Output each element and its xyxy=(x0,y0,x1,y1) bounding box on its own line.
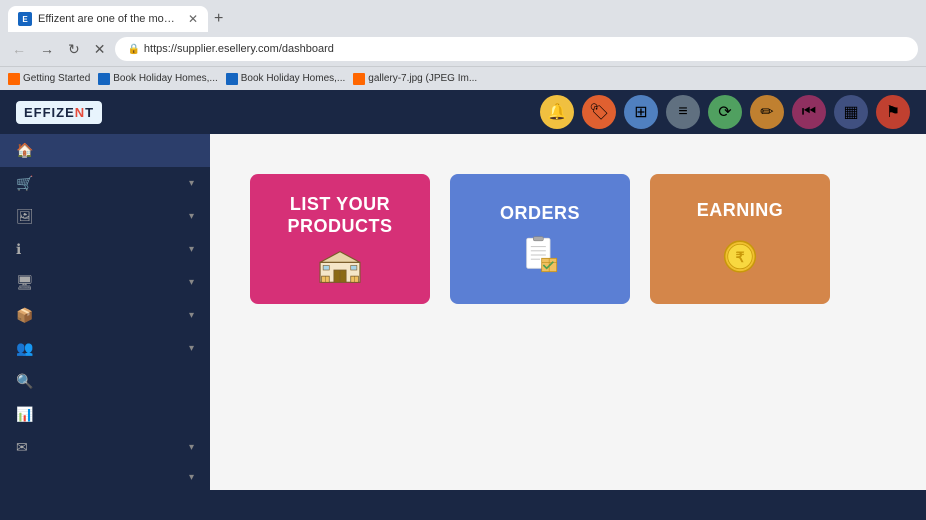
coin-icon: ₹ xyxy=(717,232,763,278)
sidebar-item-search[interactable]: 🔍 xyxy=(0,365,210,398)
back-button[interactable]: ← xyxy=(8,39,30,59)
info-icon: ℹ xyxy=(16,241,21,258)
sidebar-item-shop[interactable]: 🛒 ▾ xyxy=(0,167,210,200)
address-bar: ← → ↻ ✕ 🔒 https://supplier.esellery.com/… xyxy=(0,32,926,66)
menu-icon-button[interactable]: ≡ xyxy=(666,95,700,129)
bookmark-label-2: Book Holiday Homes,... xyxy=(113,73,218,84)
bookmark-label-4: gallery-7.jpg (JPEG Im... xyxy=(368,73,477,84)
bookmark-holiday-2[interactable]: Book Holiday Homes,... xyxy=(226,73,346,85)
bars-icon-button[interactable]: ▦ xyxy=(834,95,868,129)
svg-text:₹: ₹ xyxy=(736,250,745,265)
stop-button[interactable]: ✕ xyxy=(90,39,110,60)
chart-icon: 📊 xyxy=(16,406,33,423)
active-tab[interactable]: E Effizent are one of the most tr... ✕ xyxy=(8,6,208,32)
users-icon: 👥 xyxy=(16,340,33,357)
skip-icon-button[interactable]: ⏮ xyxy=(792,95,826,129)
sidebar-item-more[interactable]: ▾ xyxy=(0,464,210,490)
mail-chevron: ▾ xyxy=(189,442,194,453)
dashboard-cards: LIST YOUR PRODUCTS xyxy=(250,174,886,304)
address-text: https://supplier.esellery.com/dashboard xyxy=(144,43,334,55)
box-chevron: ▾ xyxy=(189,310,194,321)
bookmark-icon-1 xyxy=(8,73,20,85)
bookmark-gallery[interactable]: gallery-7.jpg (JPEG Im... xyxy=(353,73,477,85)
card-earning[interactable]: EARNING ₹ xyxy=(650,174,830,304)
sidebar-item-chart[interactable]: 📊 xyxy=(0,398,210,431)
sidebar-item-box[interactable]: 📦 ▾ xyxy=(0,299,210,332)
lock-icon: 🔒 xyxy=(127,44,139,55)
bottom-bar xyxy=(0,490,926,520)
list-products-title: LIST YOUR PRODUCTS xyxy=(270,194,410,237)
mail-icon: ✉ xyxy=(16,439,28,456)
info-chevron: ▾ xyxy=(189,244,194,255)
sidebar-item-info[interactable]: ℹ ▾ xyxy=(0,233,210,266)
app-wrapper: EFFIZENT 🔔 🏷 ⊞ ≡ ⟳ ✏ ⏮ ▦ ⚑ 🏠 🛒 xyxy=(0,90,926,520)
grid-icon-button[interactable]: ⊞ xyxy=(624,95,658,129)
content-area: LIST YOUR PRODUCTS xyxy=(210,134,926,490)
main-layout: 🏠 🛒 ▾ 🖼 ▾ ℹ ▾ xyxy=(0,134,926,490)
nav-icons: 🔔 🏷 ⊞ ≡ ⟳ ✏ ⏮ ▦ ⚑ xyxy=(540,95,910,129)
sidebar-item-mail[interactable]: ✉ ▾ xyxy=(0,431,210,464)
logo-text: EFFIZENT xyxy=(24,105,94,120)
tab-close-button[interactable]: ✕ xyxy=(188,12,198,26)
users-chevron: ▾ xyxy=(189,343,194,354)
bookmark-icon-4 xyxy=(353,73,365,85)
image-chevron: ▾ xyxy=(189,211,194,222)
tab-bar: E Effizent are one of the most tr... ✕ + xyxy=(0,0,926,32)
tab-favicon: E xyxy=(18,12,32,26)
address-input[interactable]: 🔒 https://supplier.esellery.com/dashboar… xyxy=(115,37,918,61)
card-orders[interactable]: ORDERS xyxy=(450,174,630,304)
bookmark-label-3: Book Holiday Homes,... xyxy=(241,73,346,84)
bookmark-getting-started[interactable]: Getting Started xyxy=(8,73,90,85)
search-icon: 🔍 xyxy=(16,373,33,390)
orders-title: ORDERS xyxy=(500,203,580,225)
home-icon: 🏠 xyxy=(16,142,33,159)
tag-icon-button[interactable]: 🏷 xyxy=(582,95,616,129)
box-icon: 📦 xyxy=(16,307,33,324)
flag-icon-button[interactable]: ⚑ xyxy=(876,95,910,129)
tab-title: Effizent are one of the most tr... xyxy=(38,13,178,25)
bookmark-icon-3 xyxy=(226,73,238,85)
monitor-chevron: ▾ xyxy=(189,277,194,288)
sidebar-item-monitor[interactable]: 🖥 ▾ xyxy=(0,266,210,299)
sidebar-item-image[interactable]: 🖼 ▾ xyxy=(0,200,210,233)
sidebar: 🏠 🛒 ▾ 🖼 ▾ ℹ ▾ xyxy=(0,134,210,490)
new-tab-button[interactable]: + xyxy=(208,10,229,28)
bookmark-label-1: Getting Started xyxy=(23,73,90,84)
sync-icon-button[interactable]: ⟳ xyxy=(708,95,742,129)
bookmark-icon-2 xyxy=(98,73,110,85)
bell-icon-button[interactable]: 🔔 xyxy=(540,95,574,129)
shop-icon: 🛒 xyxy=(16,175,33,192)
browser-chrome: E Effizent are one of the most tr... ✕ +… xyxy=(0,0,926,90)
orders-icon xyxy=(515,235,565,275)
sidebar-item-home[interactable]: 🏠 xyxy=(0,134,210,167)
forward-button[interactable]: → xyxy=(36,39,58,59)
sidebar-item-users[interactable]: 👥 ▾ xyxy=(0,332,210,365)
reload-button[interactable]: ↻ xyxy=(64,39,84,60)
logo-box: EFFIZENT xyxy=(16,101,102,124)
logo: EFFIZENT xyxy=(16,101,102,124)
bookmark-holiday-1[interactable]: Book Holiday Homes,... xyxy=(98,73,218,85)
earning-title: EARNING xyxy=(697,200,784,222)
shop-chevron: ▾ xyxy=(189,178,194,189)
image-icon: 🖼 xyxy=(16,208,34,225)
warehouse-icon xyxy=(315,247,365,284)
top-nav: EFFIZENT 🔔 🏷 ⊞ ≡ ⟳ ✏ ⏮ ▦ ⚑ xyxy=(0,90,926,134)
card-list-products[interactable]: LIST YOUR PRODUCTS xyxy=(250,174,430,304)
more-chevron: ▾ xyxy=(189,472,194,483)
edit-icon-button[interactable]: ✏ xyxy=(750,95,784,129)
bookmarks-bar: Getting Started Book Holiday Homes,... B… xyxy=(0,66,926,90)
monitor-icon: 🖥 xyxy=(16,274,34,291)
